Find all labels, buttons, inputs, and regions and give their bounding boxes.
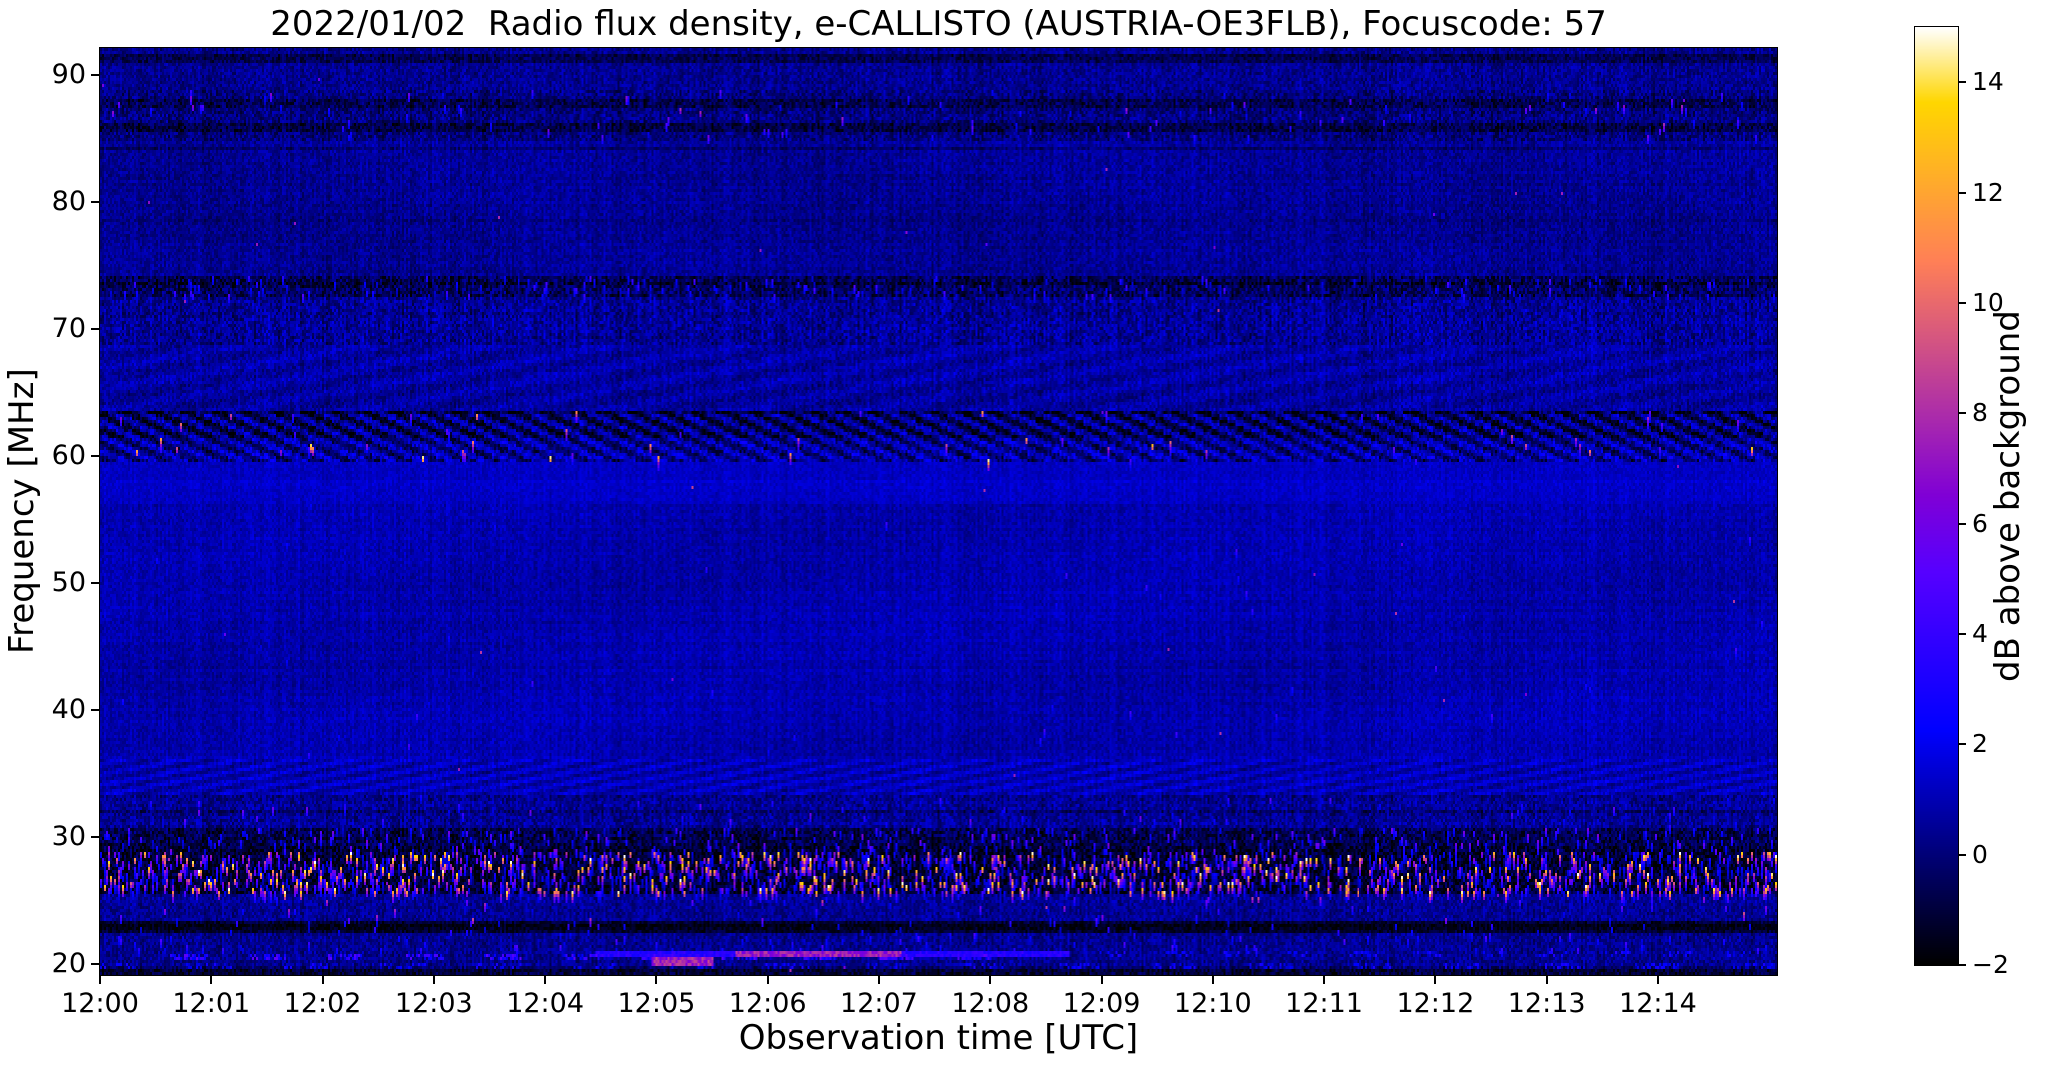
x-axis-tick xyxy=(1211,976,1214,984)
colorbar-tick xyxy=(1959,853,1966,856)
x-axis-tick xyxy=(432,976,435,984)
x-axis-tick xyxy=(210,976,213,984)
y-axis-tick xyxy=(91,581,99,584)
x-axis-tick xyxy=(1323,976,1326,984)
colorbar-tick xyxy=(1959,964,1966,966)
y-axis-tick-label: 70 xyxy=(51,312,86,344)
colorbar-tick xyxy=(1959,301,1966,304)
plot-area xyxy=(99,47,1778,976)
spectrogram-canvas xyxy=(100,48,1777,975)
y-axis-tick-label: 20 xyxy=(51,947,86,979)
colorbar-tick xyxy=(1959,412,1966,415)
x-axis-tick-label: 12:14 xyxy=(1619,988,1697,1019)
y-axis-tick-label: 60 xyxy=(51,439,86,471)
x-axis-tick xyxy=(1545,976,1548,984)
y-axis-tick-label: 80 xyxy=(51,185,86,217)
colorbar xyxy=(1914,26,1959,966)
y-axis-tick xyxy=(91,454,99,457)
x-axis-tick xyxy=(1656,976,1659,984)
y-axis-tick xyxy=(91,708,99,711)
y-axis-tick xyxy=(91,962,99,965)
x-axis-tick xyxy=(766,976,769,984)
y-axis-tick-label: 50 xyxy=(51,566,86,598)
x-axis-tick xyxy=(877,976,880,984)
x-axis-tick xyxy=(655,976,658,984)
y-axis-tick-label: 40 xyxy=(51,693,86,725)
y-axis-tick-label: 30 xyxy=(51,820,86,852)
x-axis-tick xyxy=(544,976,547,984)
colorbar-tick xyxy=(1959,522,1966,525)
x-axis-tick xyxy=(1434,976,1437,984)
x-axis-label: Observation time [UTC] xyxy=(738,1018,1139,1058)
colorbar-tick xyxy=(1959,632,1966,635)
y-axis-tick xyxy=(91,835,99,838)
spectrogram-figure: 2022/01/02 Radio flux density, e-CALLIST… xyxy=(0,0,2047,1067)
colorbar-tick xyxy=(1959,81,1966,84)
y-axis-tick xyxy=(91,200,99,203)
chart-title: 2022/01/02 Radio flux density, e-CALLIST… xyxy=(270,4,1607,44)
colorbar-label: dB above background xyxy=(1988,310,2028,682)
x-axis-tick xyxy=(989,976,992,984)
y-axis-tick xyxy=(91,73,99,76)
x-axis-tick xyxy=(321,976,324,984)
x-axis-tick xyxy=(1100,976,1103,984)
colorbar-canvas xyxy=(1915,27,1958,965)
y-axis-tick-label: 90 xyxy=(51,58,86,90)
x-axis-tick xyxy=(99,976,101,984)
colorbar-tick xyxy=(1959,191,1966,194)
colorbar-tick xyxy=(1959,743,1966,746)
y-axis-tick xyxy=(91,327,99,330)
